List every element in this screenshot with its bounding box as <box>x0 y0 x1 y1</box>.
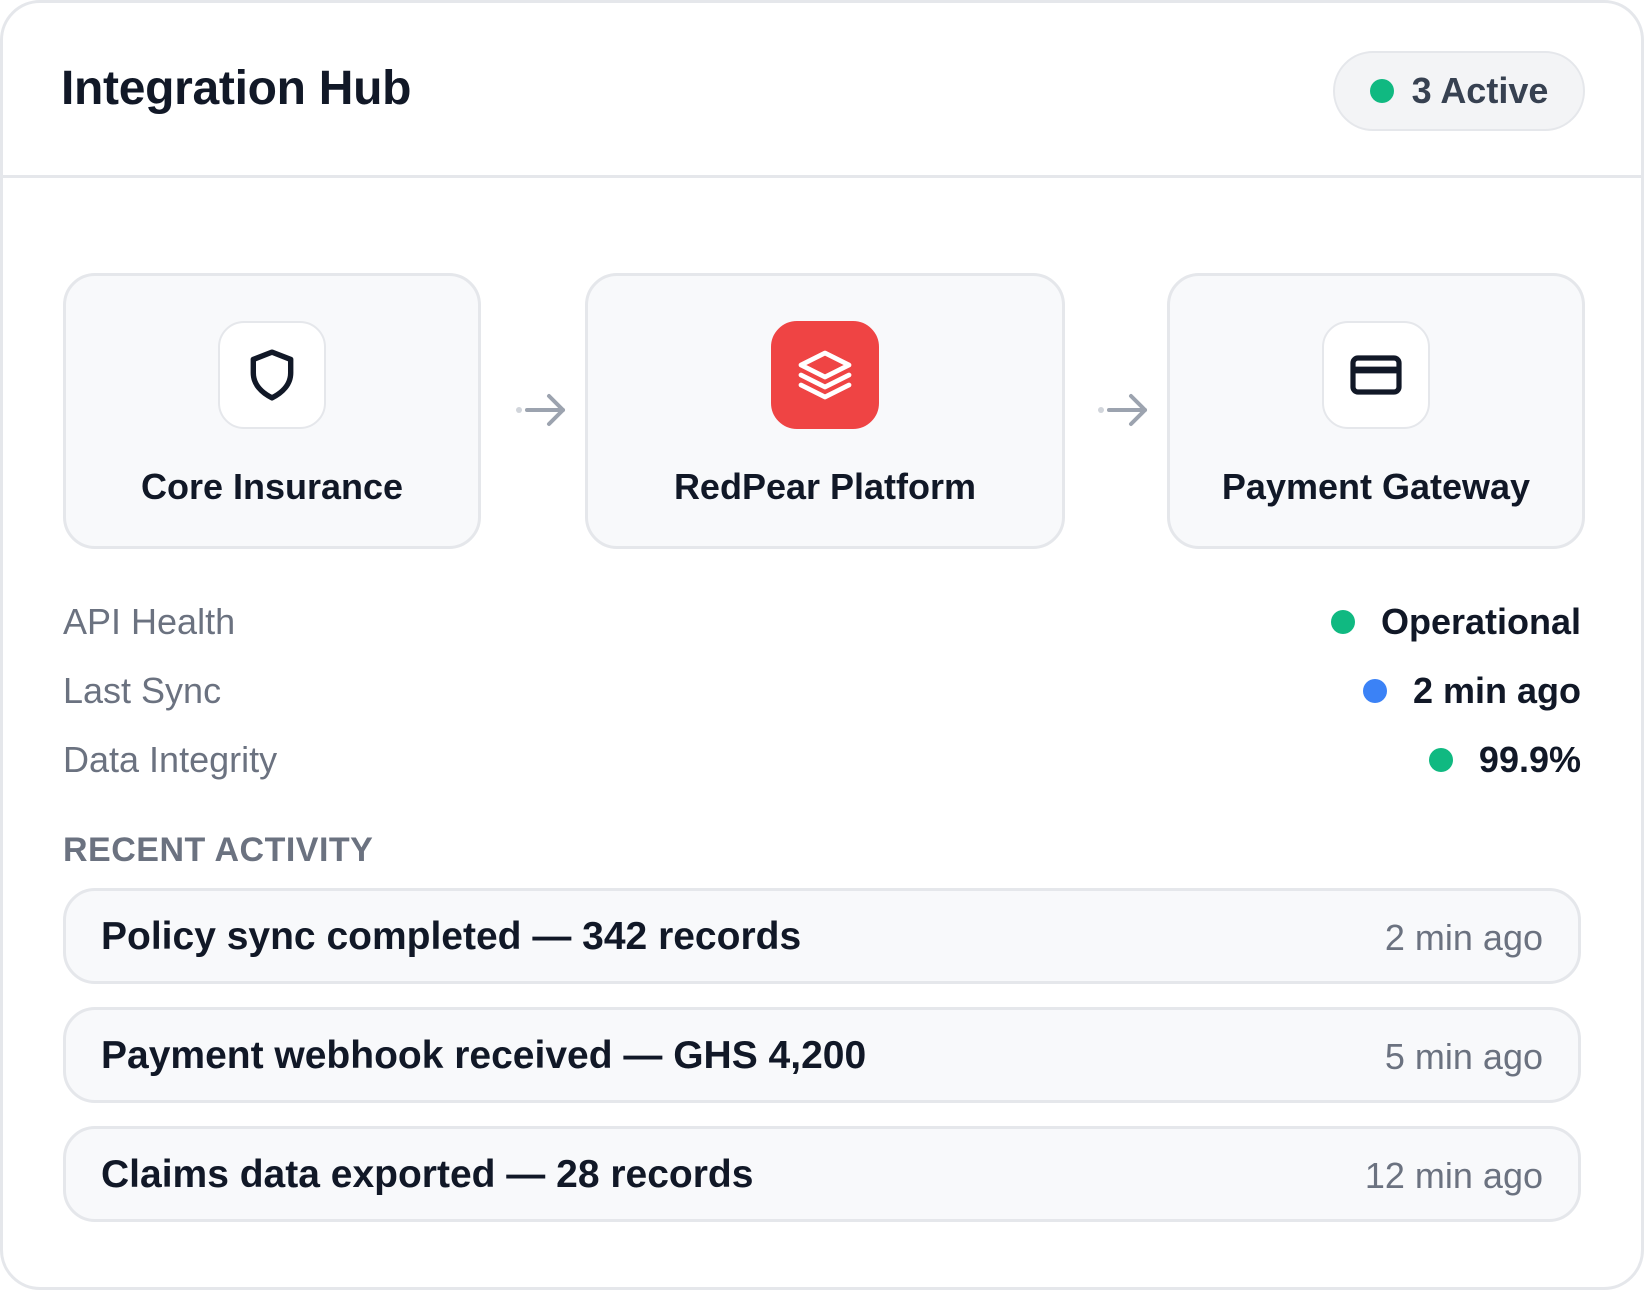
metric-value-group: Operational <box>1330 601 1581 643</box>
active-status-badge[interactable]: 3 Active <box>1333 51 1585 131</box>
status-dot-icon <box>1369 79 1394 103</box>
metric-api-health: API Health Operational <box>63 593 1581 662</box>
metric-label: Last Sync <box>63 670 222 711</box>
status-dot-icon <box>1330 610 1355 634</box>
page-title: Integration Hub <box>61 62 412 115</box>
status-metrics: API Health Operational Last Sync 2 min a… <box>63 593 1581 800</box>
node-payment-gateway[interactable]: Payment Gateway <box>1167 273 1585 549</box>
shield-icon <box>218 321 326 429</box>
credit-card-icon <box>1322 321 1430 429</box>
activity-message: Claims data exported — 28 records <box>101 1153 754 1196</box>
metric-value: 99.9% <box>1478 739 1581 780</box>
metric-value: 2 min ago <box>1412 670 1581 711</box>
node-core-insurance[interactable]: Core Insurance <box>63 273 481 549</box>
node-label: Core Insurance <box>140 466 404 507</box>
node-redpear-platform[interactable]: RedPear Platform <box>585 273 1065 549</box>
node-label: RedPear Platform <box>673 466 977 507</box>
metric-data-integrity: Data Integrity 99.9% <box>63 731 1581 800</box>
metric-label: Data Integrity <box>63 739 278 780</box>
active-count-label: 3 Active <box>1411 70 1549 111</box>
metric-value-group: 2 min ago <box>1362 670 1581 712</box>
integration-hub-card: Integration Hub 3 Active Core Insurance … <box>0 0 1644 1290</box>
activity-message: Payment webhook received — GHS 4,200 <box>101 1034 867 1077</box>
node-label: Payment Gateway <box>1221 466 1531 507</box>
metric-value: Operational <box>1380 601 1581 642</box>
status-dot-icon <box>1362 679 1387 703</box>
activity-time: 12 min ago <box>1364 1155 1543 1196</box>
metric-last-sync: Last Sync 2 min ago <box>63 662 1581 731</box>
layers-icon <box>771 321 879 429</box>
activity-item[interactable]: Claims data exported — 28 records 12 min… <box>63 1126 1581 1222</box>
arrow-right-icon <box>1098 394 1147 426</box>
activity-time: 5 min ago <box>1384 1036 1543 1077</box>
activity-item[interactable]: Payment webhook received — GHS 4,200 5 m… <box>63 1007 1581 1103</box>
activity-time: 2 min ago <box>1384 917 1543 958</box>
metric-label: API Health <box>63 601 236 642</box>
metric-value-group: 99.9% <box>1428 739 1581 781</box>
activity-message: Policy sync completed — 342 records <box>101 915 802 958</box>
status-dot-icon <box>1428 748 1453 772</box>
arrow-right-icon <box>516 394 565 426</box>
recent-activity-heading: RECENT ACTIVITY <box>63 831 374 869</box>
activity-item[interactable]: Policy sync completed — 342 records 2 mi… <box>63 888 1581 984</box>
card-header: Integration Hub 3 Active <box>3 3 1641 178</box>
